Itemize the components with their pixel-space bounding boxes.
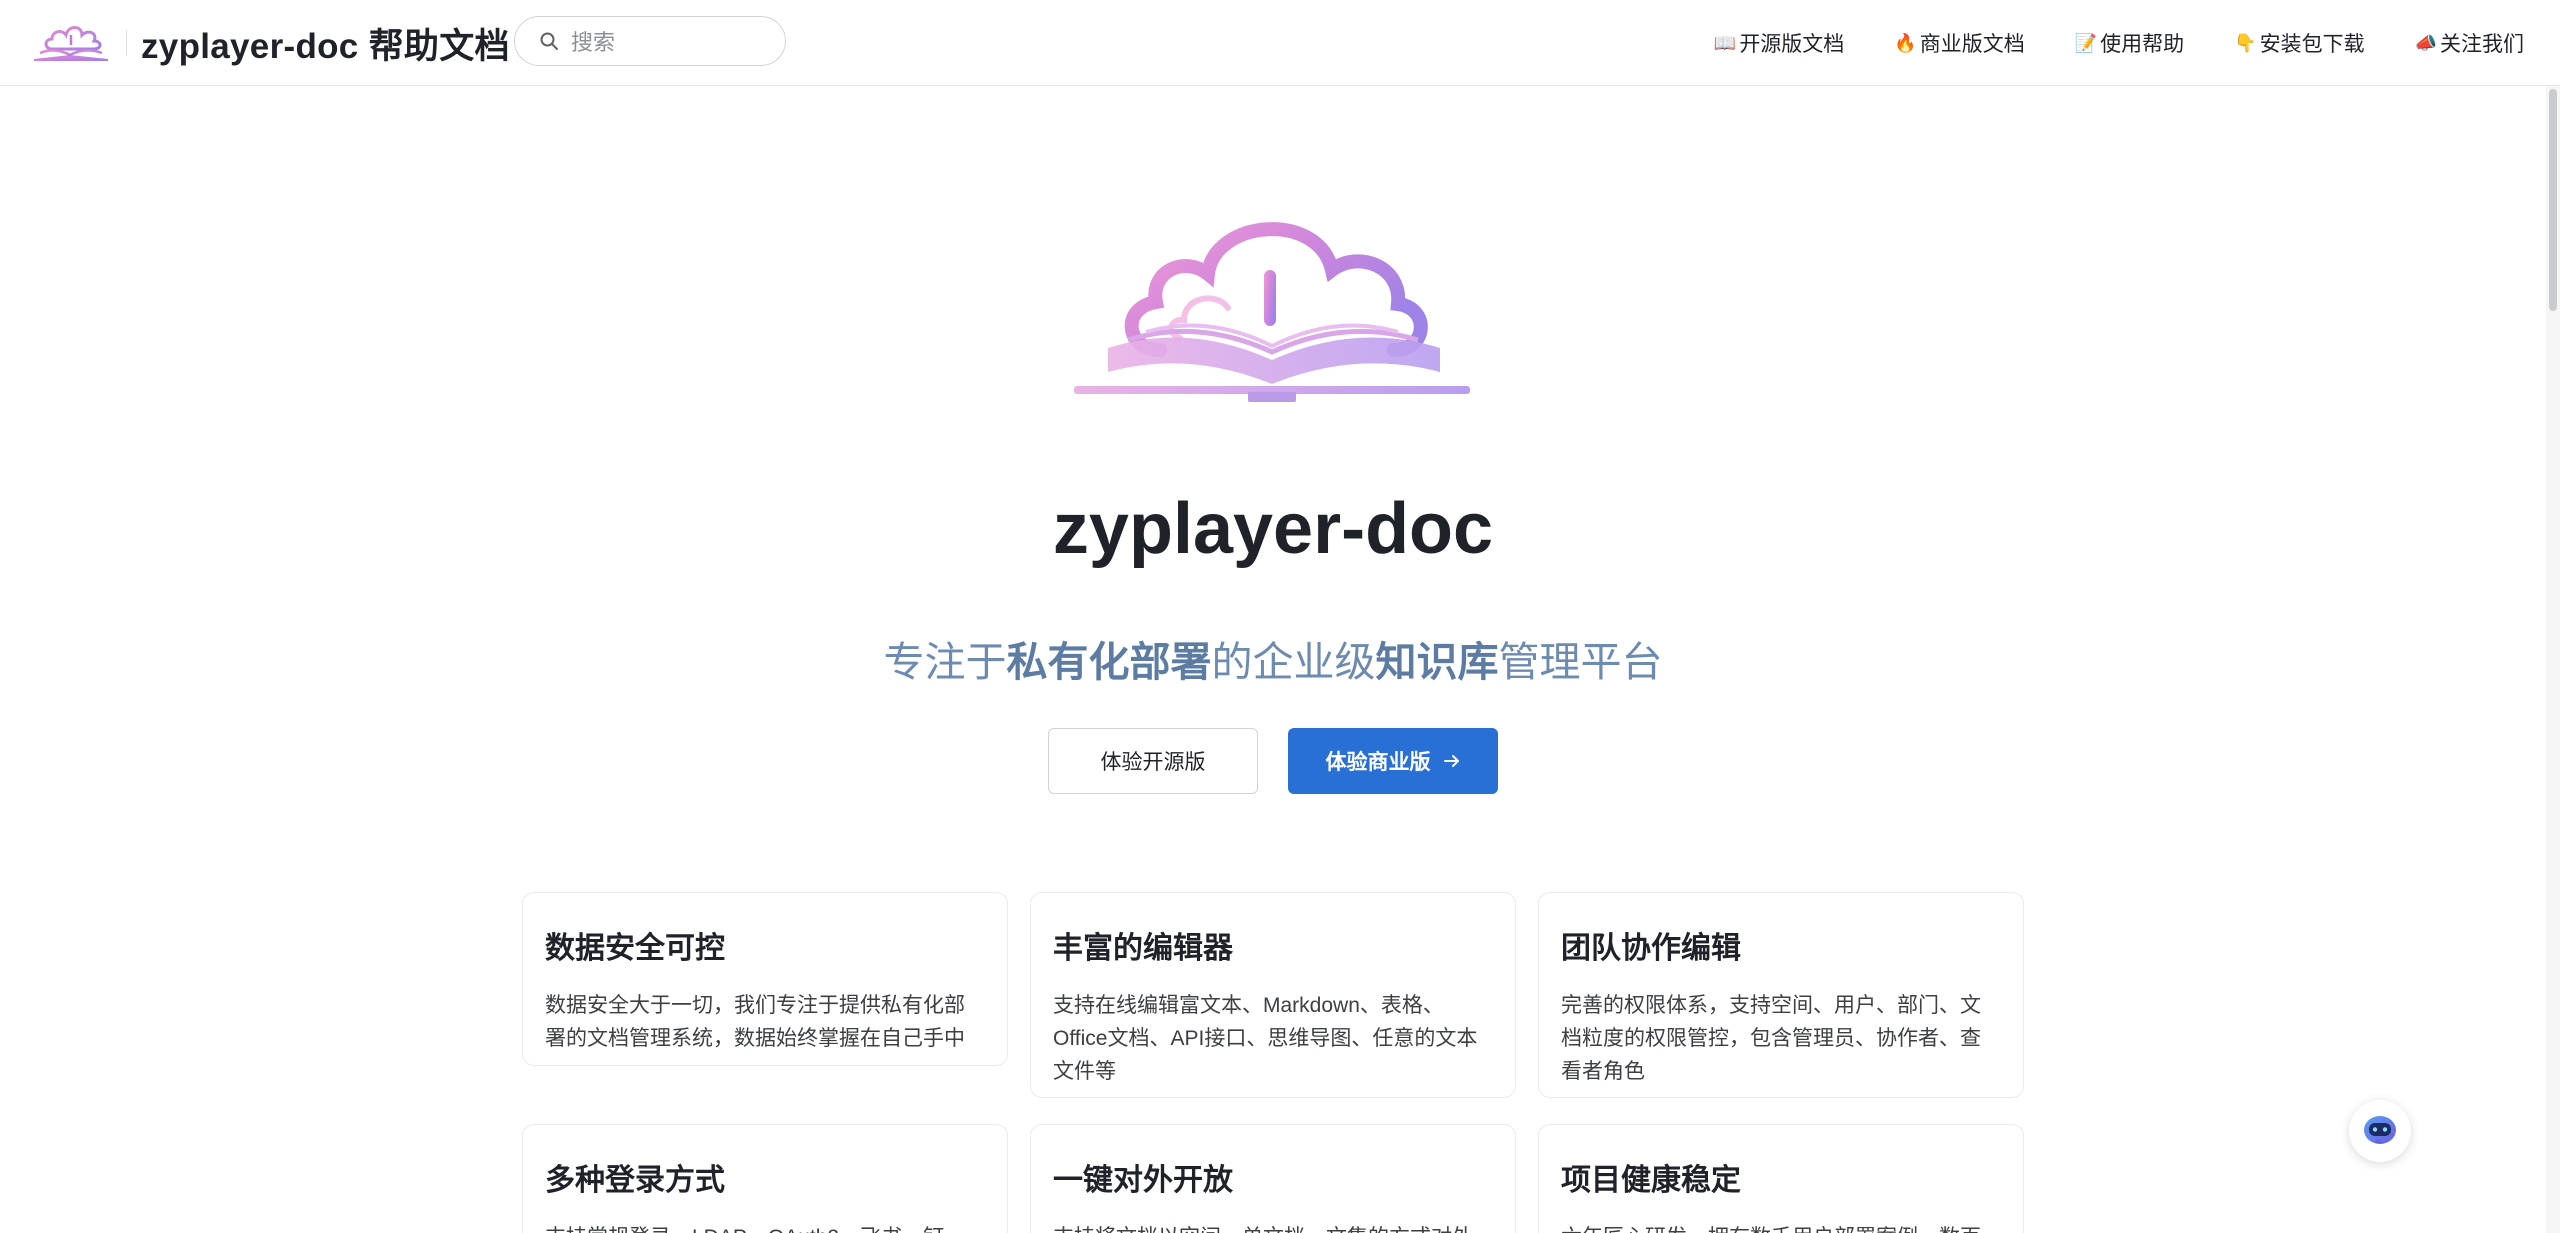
nav-link-label: 关注我们: [2440, 33, 2524, 56]
search-icon: [540, 32, 558, 50]
nav-link-business-docs[interactable]: 🔥 商业版文档: [1894, 28, 2024, 58]
nav-link-help[interactable]: 📝 使用帮助: [2075, 28, 2184, 58]
hero-tagline: 专注于私有化部署的企业级知识库管理平台: [0, 628, 2546, 688]
feature-card: 团队协作编辑 完善的权限体系，支持空间、用户、部门、文档粒度的权限管控，包含管理…: [1538, 892, 2024, 1098]
nav-link-download[interactable]: 👇 安装包下载: [2234, 28, 2364, 58]
open-book-icon: 📖: [1713, 32, 1737, 54]
feature-title: 一键对外开放: [1053, 1164, 1233, 1197]
site-title: zyplayer-doc 帮助文档: [141, 26, 510, 66]
button-label: 体验商业版: [1325, 751, 1431, 774]
search-input[interactable]: 搜索: [514, 16, 786, 66]
feature-title: 丰富的编辑器: [1053, 932, 1233, 965]
feature-title: 团队协作编辑: [1561, 932, 1741, 965]
nav-link-label: 商业版文档: [1919, 33, 2025, 56]
feature-card: 数据安全可控 数据安全大于一切，我们专注于提供私有化部署的文档管理系统，数据始终…: [522, 892, 1008, 1066]
tagline-highlight: 私有化部署: [1006, 639, 1212, 685]
hero-product-name: zyplayer-doc: [1052, 489, 1494, 569]
nav-link-label: 开源版文档: [1739, 33, 1845, 56]
cloud-book-logo-icon: [34, 26, 108, 61]
try-open-source-button[interactable]: 体验开源版: [1048, 728, 1258, 794]
top-nav-links: 📖 开源版文档 🔥 商业版文档 📝 使用帮助 👇 安装包下载 📣 关注我们: [1714, 0, 2524, 86]
nav-link-open-source-docs[interactable]: 📖 开源版文档: [1714, 28, 1844, 58]
feature-description: 支持常规登录、LDAP、OAuth2、飞书、钉钉、: [545, 1221, 985, 1233]
tagline-text: 专注于: [883, 639, 1007, 685]
nav-link-label: 安装包下载: [2259, 33, 2365, 56]
brand[interactable]: zyplayer-doc 帮助文档: [30, 0, 510, 86]
fire-icon: 🔥: [1894, 32, 1917, 54]
memo-icon: 📝: [2074, 32, 2098, 54]
nav-link-follow-us[interactable]: 📣 关注我们: [2415, 28, 2524, 58]
search-placeholder: 搜索: [571, 30, 616, 55]
scrollbar-thumb[interactable]: [2549, 89, 2557, 311]
feature-description: 支持将文档以空间、单文档、文集的方式对外: [1053, 1221, 1493, 1233]
top-navbar: zyplayer-doc 帮助文档 搜索 📖 开源版文档 🔥 商业版文档 📝 使…: [0, 0, 2560, 86]
tagline-text: 的企业级: [1211, 639, 1376, 685]
brand-divider: [126, 30, 127, 56]
feature-card: 项目健康稳定 六年匠心研发，拥有数千用户部署案例，数百: [1538, 1124, 2024, 1233]
feature-title: 多种登录方式: [545, 1164, 725, 1197]
feature-description: 支持在线编辑富文本、Markdown、表格、Office文档、API接口、思维导…: [1053, 994, 1478, 1083]
chat-assistant-button[interactable]: [2349, 1100, 2411, 1162]
try-business-button[interactable]: 体验商业版: [1288, 728, 1498, 794]
robot-chat-icon: [2364, 1116, 2396, 1144]
feature-card: 一键对外开放 支持将文档以空间、单文档、文集的方式对外: [1030, 1124, 1516, 1233]
tagline-text: 管理平台: [1498, 639, 1663, 685]
button-label: 体验开源版: [1100, 751, 1206, 774]
tagline-highlight: 知识库: [1375, 639, 1499, 685]
feature-description: 六年匠心研发，拥有数千用户部署案例，数百: [1561, 1221, 2001, 1233]
nav-link-label: 使用帮助: [2100, 33, 2185, 56]
page-scrollbar[interactable]: [2546, 86, 2560, 1233]
feature-description: 数据安全大于一切，我们专注于提供私有化部署的文档管理系统，数据始终掌握在自己手中: [545, 994, 965, 1050]
cloud-book-hero-logo-icon: [1074, 222, 1470, 402]
arrow-right-icon: [1443, 755, 1459, 767]
feature-title: 项目健康稳定: [1561, 1164, 1741, 1197]
feature-card: 多种登录方式 支持常规登录、LDAP、OAuth2、飞书、钉钉、: [522, 1124, 1008, 1233]
feature-card: 丰富的编辑器 支持在线编辑富文本、Markdown、表格、Office文档、AP…: [1030, 892, 1516, 1098]
feature-description: 完善的权限体系，支持空间、用户、部门、文档粒度的权限管控，包含管理员、协作者、查…: [1561, 994, 1981, 1083]
megaphone-icon: 📣: [2414, 32, 2437, 54]
pointing-down-icon: 👇: [2234, 32, 2257, 54]
feature-title: 数据安全可控: [545, 932, 725, 965]
